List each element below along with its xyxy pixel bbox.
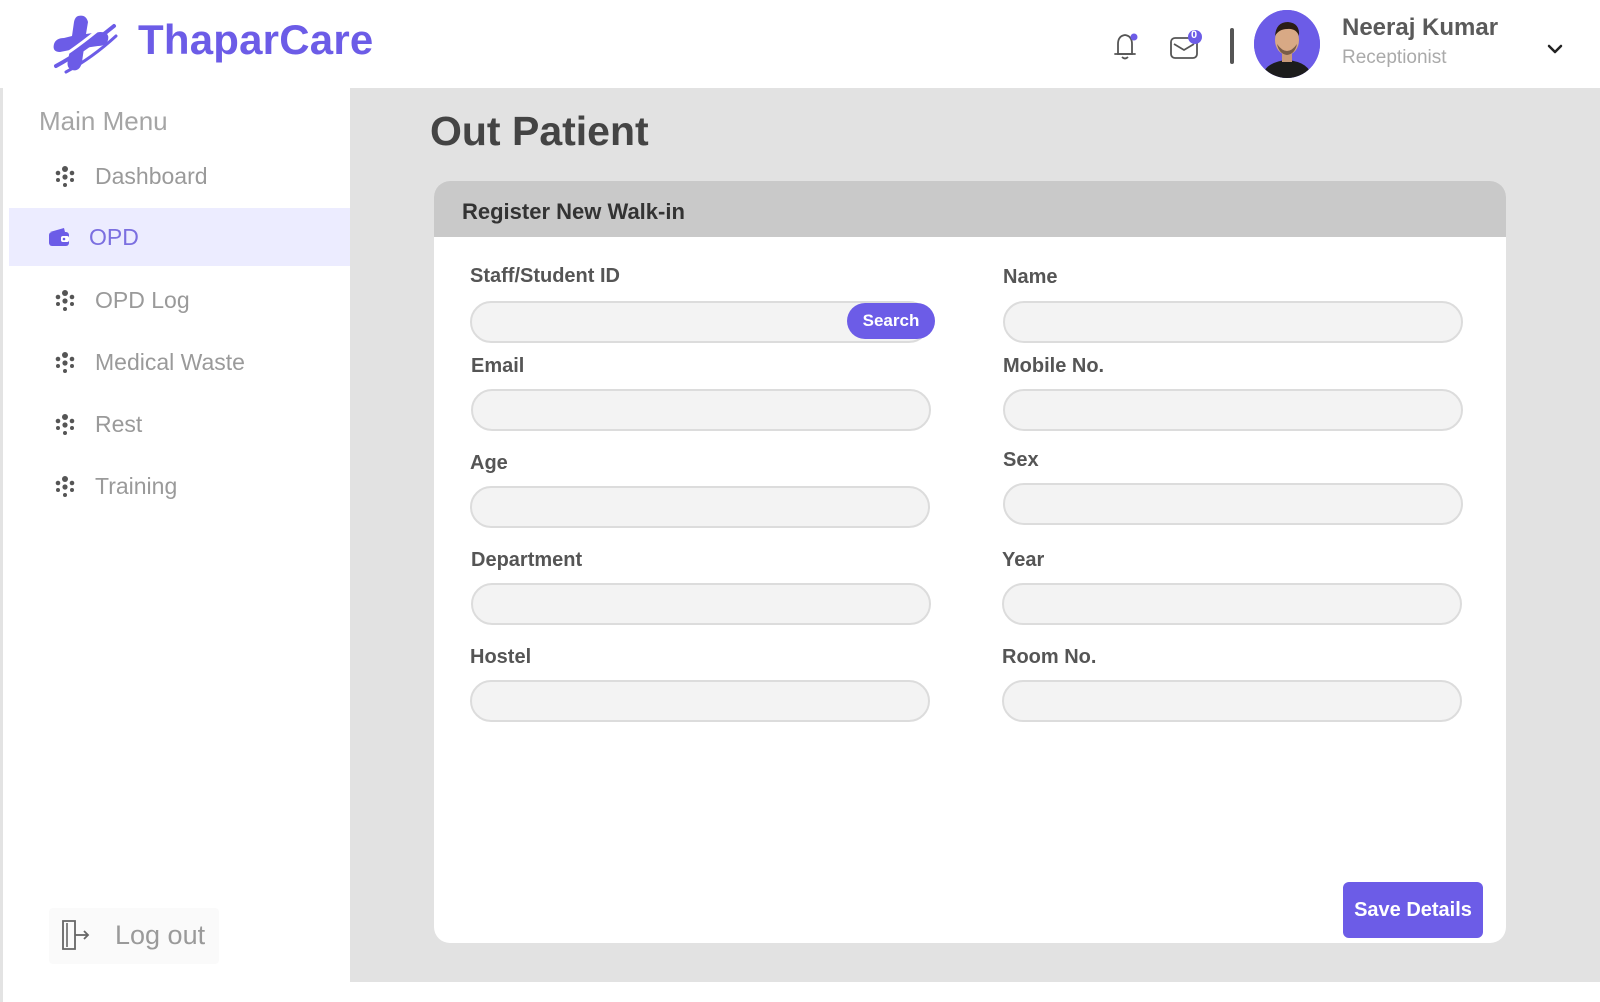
mail-icon xyxy=(1170,30,1202,59)
main-content: Out Patient Register New Walk-in Staff/S… xyxy=(350,88,1600,1002)
mobile-field[interactable] xyxy=(1003,389,1463,431)
search-button[interactable]: Search xyxy=(847,303,935,339)
top-bar: ThaparCare 0 Neeraj Kumar Receptionist xyxy=(0,0,1600,88)
dots-cluster-icon xyxy=(55,476,75,497)
dots-cluster-icon xyxy=(55,352,75,373)
name-field[interactable] xyxy=(1003,301,1463,343)
hostel-field[interactable] xyxy=(470,680,930,722)
staff-id-group: Search xyxy=(470,301,935,343)
sidebar-item-opd-log[interactable]: OPD Log xyxy=(9,271,353,329)
sidebar-item-rest[interactable]: Rest xyxy=(9,395,353,453)
department-field[interactable] xyxy=(471,583,931,625)
year-field[interactable] xyxy=(1002,583,1462,625)
card-title: Register New Walk-in xyxy=(462,199,685,224)
chevron-down-icon[interactable] xyxy=(1545,42,1565,56)
logout-icon xyxy=(62,920,90,950)
sidebar-item-opd[interactable]: OPD xyxy=(9,208,353,266)
sidebar-item-label: Dashboard xyxy=(95,163,208,189)
medical-cross-logo-icon xyxy=(53,15,118,74)
sidebar-item-label: OPD xyxy=(89,224,139,250)
sidebar-item-label: Medical Waste xyxy=(95,349,245,375)
menu-title: Main Menu xyxy=(39,106,168,136)
department-label: Department xyxy=(471,549,583,571)
sidebar-item-medical-waste[interactable]: Medical Waste xyxy=(9,333,353,391)
avatar[interactable] xyxy=(1254,10,1320,78)
sex-label: Sex xyxy=(1003,449,1039,471)
wallet-icon xyxy=(49,228,69,246)
hostel-label: Hostel xyxy=(470,646,532,668)
email-field[interactable] xyxy=(471,389,931,431)
sidebar-item-label: OPD Log xyxy=(95,287,190,313)
sex-field[interactable] xyxy=(1003,483,1463,525)
page-title: Out Patient xyxy=(430,108,649,154)
name-label: Name xyxy=(1003,266,1058,288)
sidebar: Main Menu Dashboard OPD OPD Log Medical … xyxy=(0,88,353,1002)
registration-card: Register New Walk-in Staff/Student ID Se… xyxy=(434,181,1506,943)
header-divider xyxy=(1230,28,1234,64)
bell-icon[interactable] xyxy=(1110,30,1140,62)
user-portrait-icon xyxy=(1254,10,1320,78)
dots-cluster-icon xyxy=(55,414,75,435)
mail-button[interactable]: 0 xyxy=(1168,28,1204,62)
room-label: Room No. xyxy=(1002,646,1097,668)
save-details-button[interactable]: Save Details xyxy=(1343,882,1483,938)
age-label: Age xyxy=(470,452,508,474)
age-field[interactable] xyxy=(470,486,930,528)
user-name: Neeraj Kumar xyxy=(1342,14,1499,41)
year-label: Year xyxy=(1002,549,1045,571)
room-field[interactable] xyxy=(1002,680,1462,722)
logout-button[interactable]: Log out xyxy=(49,908,219,964)
card-header: Register New Walk-in xyxy=(434,181,1506,237)
sidebar-item-label: Rest xyxy=(95,411,143,437)
mobile-label: Mobile No. xyxy=(1003,355,1105,377)
brand-name: ThaparCare xyxy=(138,16,374,63)
mail-badge: 0 xyxy=(1191,29,1198,41)
staff-id-label: Staff/Student ID xyxy=(470,265,620,287)
bottom-strip xyxy=(350,982,1600,1002)
sidebar-item-label: Training xyxy=(95,473,178,499)
user-role: Receptionist xyxy=(1342,47,1447,68)
email-label: Email xyxy=(471,355,525,377)
sidebar-item-training[interactable]: Training xyxy=(9,457,353,515)
logout-label: Log out xyxy=(115,920,206,950)
dots-cluster-icon xyxy=(55,166,75,187)
sidebar-item-dashboard[interactable]: Dashboard xyxy=(9,147,353,205)
dots-cluster-icon xyxy=(55,290,75,311)
